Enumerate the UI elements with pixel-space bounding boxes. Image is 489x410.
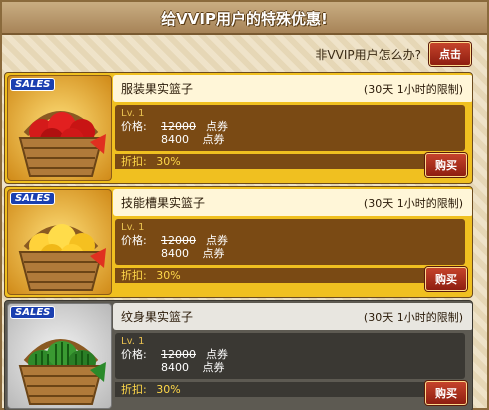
discount-value: 30% <box>156 155 181 168</box>
item-title-bar: 技能槽果实篮子 (30天 1小时的限制) <box>113 189 472 216</box>
price-label: 价格: <box>121 120 147 133</box>
item-level: Lv. 1 <box>121 336 145 347</box>
new-price: 8400 <box>161 247 189 260</box>
item-details: Lv. 1 价格: 12000 点券 8400 点券 <box>115 105 465 151</box>
discount-row: 折扣: 30% <box>115 154 465 169</box>
discount-value: 30% <box>156 269 181 282</box>
item-name: 服装果实篮子 <box>121 82 194 96</box>
old-price-unit: 点券 <box>206 234 228 247</box>
item-limit: (30天 1小时的限制) <box>363 82 463 96</box>
apple-basket-icon <box>18 111 106 177</box>
item-image: SALES <box>7 189 112 295</box>
discount-label: 折扣: <box>121 269 147 282</box>
price-label: 价格: <box>121 348 147 361</box>
discount-label: 折扣: <box>121 383 147 396</box>
discount-label: 折扣: <box>121 155 147 168</box>
list-item[interactable]: SALES 纹身果实篮子 (30天 1小时的限制) Lv. 1 价格: 1200… <box>4 300 473 410</box>
item-level: Lv. 1 <box>121 108 145 119</box>
new-price-unit: 点券 <box>202 247 225 260</box>
discount-value: 30% <box>156 383 181 396</box>
non-vvip-question: 非VVIP用户怎么办? <box>315 47 421 62</box>
non-vvip-row: 非VVIP用户怎么办? 点击 <box>315 42 471 66</box>
item-details: Lv. 1 价格: 12000 点券 8400 点券 <box>115 333 465 379</box>
new-price-unit: 点券 <box>202 133 225 146</box>
item-image: SALES <box>7 75 112 181</box>
discount-row: 折扣: 30% <box>115 382 465 397</box>
buy-button[interactable]: 购买 <box>425 153 467 177</box>
item-level: Lv. 1 <box>121 222 145 233</box>
old-price-unit: 点券 <box>206 120 228 133</box>
old-price-unit: 点券 <box>206 348 228 361</box>
watermelon-basket-icon <box>18 339 106 405</box>
item-title-bar: 纹身果实篮子 (30天 1小时的限制) <box>113 303 472 330</box>
click-button[interactable]: 点击 <box>429 42 471 66</box>
item-image: SALES <box>7 303 112 409</box>
new-price: 8400 <box>161 361 189 374</box>
list-item[interactable]: SALES 服装果实篮子 (30天 1小时的限制) Lv. 1 价格: 1200… <box>4 72 473 184</box>
item-limit: (30天 1小时的限制) <box>363 310 463 324</box>
item-name: 纹身果实篮子 <box>121 310 194 324</box>
item-title-bar: 服装果实篮子 (30天 1小时的限制) <box>113 75 472 102</box>
old-price: 12000 <box>161 348 196 361</box>
discount-row: 折扣: 30% <box>115 268 465 283</box>
old-price: 12000 <box>161 234 196 247</box>
new-price-unit: 点券 <box>202 361 225 374</box>
sales-badge: SALES <box>10 192 56 205</box>
buy-button[interactable]: 购买 <box>425 267 467 291</box>
shop-panel: 给VVIP用户的特殊优惠! 非VVIP用户怎么办? 点击 SALES 服装果实篮… <box>0 0 489 410</box>
sales-badge: SALES <box>10 306 56 319</box>
price-label: 价格: <box>121 234 147 247</box>
old-price: 12000 <box>161 120 196 133</box>
item-limit: (30天 1小时的限制) <box>363 196 463 210</box>
page-title: 给VVIP用户的特殊优惠! <box>161 10 328 28</box>
item-details: Lv. 1 价格: 12000 点券 8400 点券 <box>115 219 465 265</box>
sales-badge: SALES <box>10 78 56 91</box>
list-item[interactable]: SALES 技能槽果实篮子 (30天 1小时的限制) Lv. 1 价格: 120… <box>4 186 473 298</box>
orange-basket-icon <box>18 224 106 291</box>
buy-button[interactable]: 购买 <box>425 381 467 405</box>
item-name: 技能槽果实篮子 <box>121 196 206 210</box>
new-price: 8400 <box>161 133 189 146</box>
header-bar: 给VVIP用户的特殊优惠! <box>2 2 487 35</box>
